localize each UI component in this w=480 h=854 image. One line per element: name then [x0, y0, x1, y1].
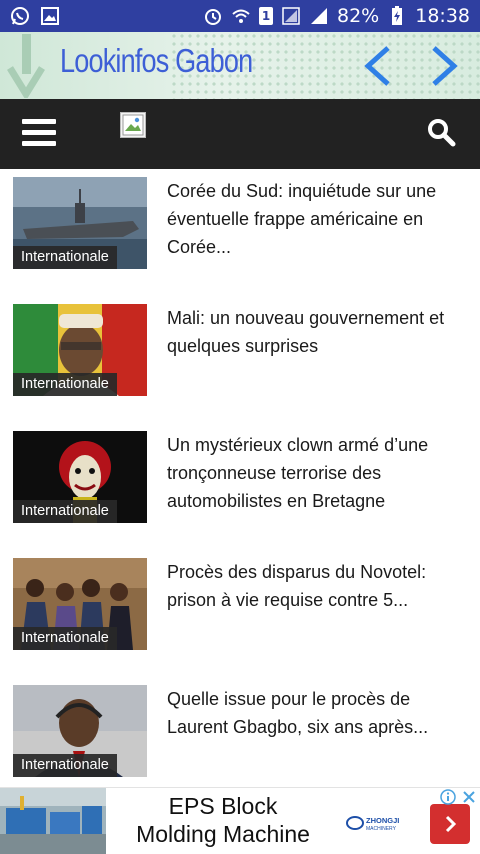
article-headline[interactable]: Corée du Sud: inquiétude sur une éventue…	[167, 177, 467, 261]
image-icon	[40, 6, 60, 26]
ad-info-icon[interactable]	[440, 789, 456, 805]
signal-strength-icon	[309, 6, 329, 26]
category-badge: Internationale	[13, 500, 117, 523]
wifi-icon	[231, 6, 251, 26]
ad-machine-image	[0, 788, 106, 854]
broken-image-icon	[120, 112, 146, 138]
alarm-icon	[203, 6, 223, 26]
category-badge: Internationale	[13, 373, 117, 396]
article-item[interactable]: Internationale Corée du Sud: inquiétude …	[0, 177, 480, 273]
article-thumbnail: Internationale	[13, 685, 147, 777]
site-title: Lookinfos Gabon	[60, 42, 253, 79]
clock: 18:38	[415, 5, 470, 27]
chevron-right-icon	[432, 46, 458, 86]
toolbar	[0, 99, 480, 169]
ad-brand-logo: ZHONGJI MACHINERY	[346, 812, 408, 834]
ad-banner[interactable]: EPS Block Molding Machine ZHONGJI MACHIN…	[0, 787, 480, 854]
previous-button[interactable]	[358, 44, 398, 88]
search-icon[interactable]	[426, 117, 456, 147]
ad-brand-name: ZHONGJI	[366, 816, 399, 825]
ad-close-icon[interactable]	[461, 789, 477, 805]
category-badge: Internationale	[13, 246, 117, 269]
next-button[interactable]	[424, 44, 464, 88]
article-thumbnail: Internationale	[13, 431, 147, 523]
menu-button[interactable]	[22, 119, 56, 149]
article-item[interactable]: Internationale Un mystérieux clown armé …	[0, 431, 480, 527]
article-headline[interactable]: Quelle issue pour le procès de Laurent G…	[167, 685, 467, 741]
status-bar: 1 82% 18:38	[0, 0, 480, 32]
chevron-right-icon	[445, 815, 457, 833]
chevron-left-icon	[364, 46, 390, 86]
category-badge: Internationale	[13, 627, 117, 650]
header-banner: Lookinfos Gabon	[0, 32, 480, 99]
category-badge: Internationale	[13, 754, 117, 777]
article-thumbnail: Internationale	[13, 304, 147, 396]
hamburger-icon-bar	[22, 130, 56, 135]
article-item[interactable]: Internationale Quelle issue pour le proc…	[0, 685, 480, 781]
article-headline[interactable]: Procès des disparus du Novotel: prison à…	[167, 558, 467, 614]
article-item[interactable]: Internationale Mali: un nouveau gouverne…	[0, 304, 480, 400]
hamburger-icon-bar	[22, 141, 56, 146]
article-thumbnail: Internationale	[13, 177, 147, 269]
article-headline[interactable]: Un mystérieux clown armé d’une tronçonne…	[167, 431, 467, 515]
ad-line-2: Molding Machine	[136, 821, 310, 847]
ad-open-button[interactable]	[430, 804, 470, 844]
ad-text[interactable]: EPS Block Molding Machine	[118, 792, 328, 848]
whatsapp-icon	[10, 6, 30, 26]
hamburger-icon-bar	[22, 119, 56, 124]
battery-percent: 82%	[337, 5, 380, 27]
ad-brand-sub: MACHINERY	[366, 826, 397, 832]
signal-icon	[281, 6, 301, 26]
article-headline[interactable]: Mali: un nouveau gouvernement et quelque…	[167, 304, 467, 360]
ad-line-1: EPS Block	[168, 793, 278, 819]
down-arrow-icon	[7, 34, 45, 98]
article-item[interactable]: Internationale Procès des disparus du No…	[0, 558, 480, 654]
battery-charging-icon	[387, 6, 407, 26]
sim-icon: 1	[259, 7, 273, 25]
article-thumbnail: Internationale	[13, 558, 147, 650]
